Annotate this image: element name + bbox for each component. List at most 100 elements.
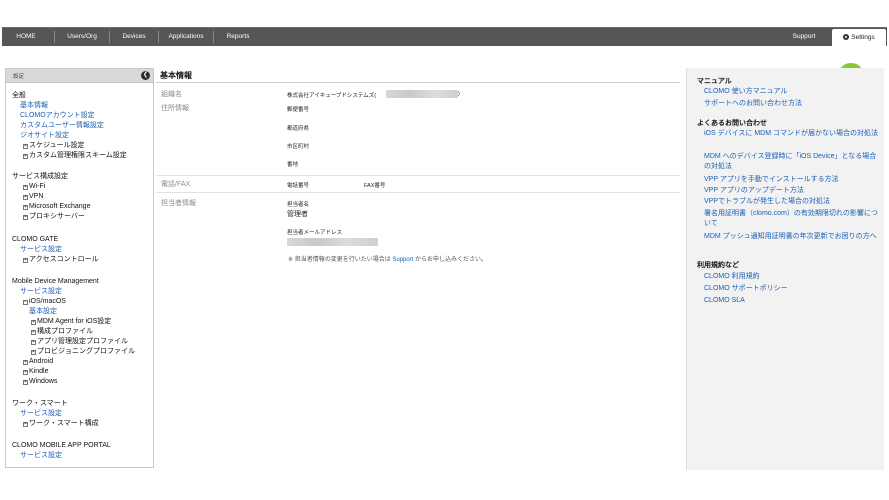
faq-link[interactable]: 署名用証明書（clomo.com）の有効期限切れの影響について xyxy=(704,209,878,229)
faq-link[interactable]: MDM プッシュ通知用証明書の年次更新でお困りの方へ xyxy=(704,232,878,242)
sidebar-item-label: ワーク・スマート構成 xyxy=(29,420,99,427)
gear-icon xyxy=(843,34,850,40)
faq-link[interactable]: iOS デバイスに MDM コマンドが届かない場合の対処法 xyxy=(704,129,878,139)
sidebar-item-vpn[interactable]: + VPN xyxy=(23,192,43,201)
org-name-label: 組織名 xyxy=(161,91,182,98)
expand-icon: + xyxy=(23,257,28,263)
sidebar-item-work-smart-service[interactable]: サービス設定 xyxy=(20,409,62,418)
faq-link[interactable]: VPP アプリを手動でインストールする方法 xyxy=(704,175,878,185)
redacted-text xyxy=(386,90,458,98)
terms-link[interactable]: CLOMO サポートポリシー xyxy=(704,284,878,294)
sidebar-item-gate-service[interactable]: サービス設定 xyxy=(20,245,62,254)
nav-devices[interactable]: Devices xyxy=(111,28,157,46)
sidebar-item-custom-admin[interactable]: + カスタム管理権限スキーム設定 xyxy=(23,151,127,160)
nav-separator xyxy=(213,31,214,43)
sidebar-item-provisioning[interactable]: + プロビジョニングプロファイル xyxy=(31,347,135,356)
sidebar-item-work-smart-config[interactable]: + ワーク・スマート構成 xyxy=(23,419,99,428)
support-note-prefix: ※ 担当者情報の変更を行いたい場合は xyxy=(288,257,393,263)
street-label: 番地 xyxy=(287,162,299,168)
manual-heading: マニュアル xyxy=(697,78,732,85)
help-panel: マニュアル CLOMO 使い方マニュアル サポートへのお問い合わせ方法 よくある… xyxy=(686,68,884,470)
sidebar-item-basic-info[interactable]: 基本情報 xyxy=(20,101,48,110)
sidebar-item-label: MDM Agent for iOS設定 xyxy=(37,318,112,325)
faq-link[interactable]: MDM へのデバイス登録時に「iOS Device」となる場合の対処法 xyxy=(704,152,878,172)
nav-settings-label: Settings xyxy=(851,34,875,41)
sidebar-item-windows[interactable]: + Windows xyxy=(23,377,57,386)
sidebar-item-label: プロキシサーバー xyxy=(29,213,85,220)
sidebar-item-mdm-agent[interactable]: + MDM Agent for iOS設定 xyxy=(31,317,111,326)
sidebar-title: 設定 xyxy=(13,74,25,80)
expand-icon: + xyxy=(23,214,28,220)
nav-reports[interactable]: Reports xyxy=(215,28,261,46)
expand-icon: + xyxy=(23,204,28,210)
faq-heading: よくあるお問い合わせ xyxy=(697,120,767,127)
sidebar-item-label: VPN xyxy=(29,193,44,200)
org-name-value: 株式会社アイキューブドシステムズ( xyxy=(287,93,377,99)
faq-link[interactable]: VPPでトラブルが発生した場合の対処法 xyxy=(704,197,878,207)
sidebar-item-label: アクセスコントロール xyxy=(29,256,99,263)
expand-icon: + xyxy=(23,194,28,200)
sidebar-item-custom-user[interactable]: カスタムユーザー情報設定 xyxy=(20,121,104,130)
expand-icon: + xyxy=(31,349,36,355)
contact-email-label: 担当者メールアドレス xyxy=(287,230,343,236)
sidebar-item-label: 構成プロファイル xyxy=(37,328,93,335)
phone-number-label: 電話番号 xyxy=(287,183,310,189)
sidebar-item-app-profile[interactable]: + アプリ管理設定プロファイル xyxy=(31,337,128,346)
sidebar-item-label: アプリ管理設定プロファイル xyxy=(37,338,128,345)
nav-users-org[interactable]: Users/Org xyxy=(56,28,108,46)
redacted-email xyxy=(287,238,378,246)
sidebar-item-label: プロビジョニングプロファイル xyxy=(37,348,135,355)
sidebar-item-account[interactable]: CLOMOアカウント設定 xyxy=(20,111,95,120)
sidebar-heading-mdm: Mobile Device Management xyxy=(12,278,99,285)
sidebar-item-schedule[interactable]: + スケジュール設定 xyxy=(23,141,85,150)
org-name-close: ) xyxy=(458,91,460,97)
sidebar-item-label: カスタム管理権限スキーム設定 xyxy=(29,152,127,159)
collapse-icon: − xyxy=(23,299,28,305)
sidebar-item-exchange[interactable]: + Microsoft Exchange xyxy=(23,202,90,211)
nav-applications[interactable]: Applications xyxy=(160,28,212,46)
sidebar-item-geosite[interactable]: ジオサイト設定 xyxy=(20,131,69,140)
sidebar-item-kindle[interactable]: + Kindle xyxy=(23,367,48,376)
nav-settings-tab[interactable]: Settings xyxy=(832,29,886,47)
prefecture-label: 都道府県 xyxy=(287,126,310,132)
sidebar-heading-work-smart: ワーク・スマート xyxy=(12,400,68,407)
manual-link[interactable]: サポートへのお問い合わせ方法 xyxy=(704,99,878,109)
terms-link[interactable]: CLOMO SLA xyxy=(704,296,878,306)
sidebar-item-ios-macos[interactable]: − iOS/macOS xyxy=(23,297,66,306)
sidebar-heading-general: 全般 xyxy=(12,92,26,99)
title-divider xyxy=(156,82,680,83)
sidebar-item-mdm-service[interactable]: サービス設定 xyxy=(20,287,62,296)
collapse-sidebar-icon[interactable]: ❮ xyxy=(141,71,150,80)
terms-link[interactable]: CLOMO 利用規約 xyxy=(704,272,878,282)
sidebar-item-config-profile[interactable]: + 構成プロファイル xyxy=(31,327,93,336)
support-link[interactable]: Support xyxy=(392,257,413,263)
postal-code-label: 郵便番号 xyxy=(287,107,310,113)
faq-link[interactable]: VPP アプリのアップデート方法 xyxy=(704,186,878,196)
address-label: 住所情報 xyxy=(161,105,189,112)
sidebar-item-proxy[interactable]: + プロキシサーバー xyxy=(23,212,85,221)
expand-icon: + xyxy=(23,153,28,159)
contact-info-label: 担当者情報 xyxy=(161,200,196,207)
sidebar-item-label: Microsoft Exchange xyxy=(29,203,91,210)
section-divider xyxy=(156,175,680,176)
sidebar-item-portal-service[interactable]: サービス設定 xyxy=(20,451,62,460)
nav-separator xyxy=(158,31,159,43)
expand-icon: + xyxy=(31,339,36,345)
settings-sidebar: 設定 ❮ 全般 基本情報 CLOMOアカウント設定 カスタムユーザー情報設定 ジ… xyxy=(5,68,154,468)
sidebar-item-label: Wi-Fi xyxy=(29,183,46,190)
sidebar-item-android[interactable]: + Android xyxy=(23,357,53,366)
city-label: 市区町村 xyxy=(287,144,310,150)
manual-link[interactable]: CLOMO 使い方マニュアル xyxy=(704,87,878,97)
sidebar-item-label: Kindle xyxy=(29,368,49,375)
contact-name-value: 管理者 xyxy=(287,211,308,218)
sidebar-item-wifi[interactable]: + Wi-Fi xyxy=(23,182,45,191)
sidebar-item-ios-basic[interactable]: 基本設定 xyxy=(29,307,57,316)
fax-number-label: FAX番号 xyxy=(364,183,386,189)
sidebar-item-access-control[interactable]: + アクセスコントロール xyxy=(23,255,99,264)
phone-fax-label: 電話/FAX xyxy=(161,181,191,188)
sidebar-item-label: Windows xyxy=(29,378,58,385)
nav-support[interactable]: Support xyxy=(782,28,826,46)
nav-separator xyxy=(54,31,55,43)
expand-icon: + xyxy=(23,421,28,427)
nav-home[interactable]: HOME xyxy=(6,28,46,46)
